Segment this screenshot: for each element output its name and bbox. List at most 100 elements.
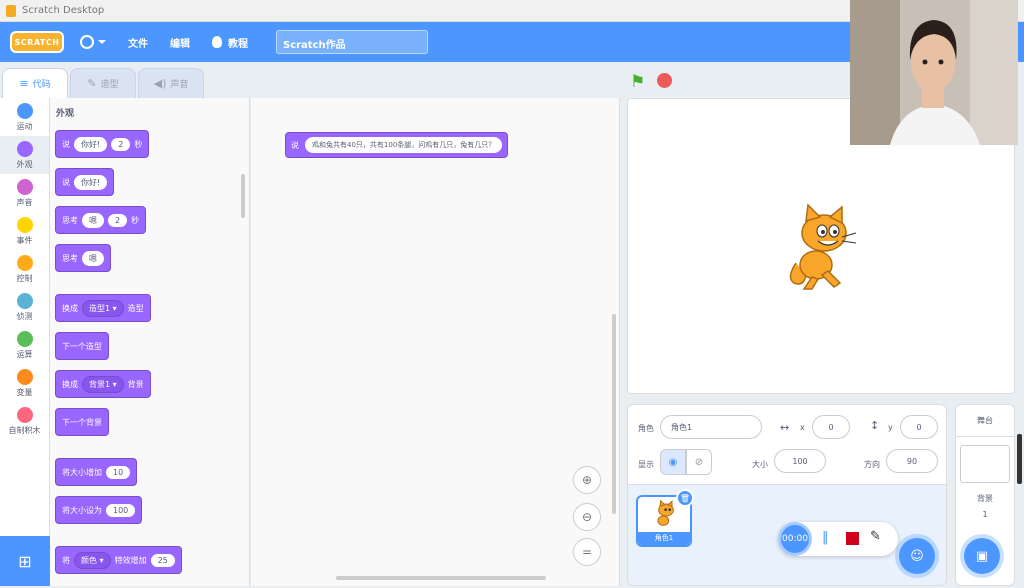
block-think-for-secs[interactable]: 思考 嗯 2 秒 — [55, 206, 147, 234]
show-label: 显示 — [638, 460, 654, 469]
category-operators[interactable]: 运算 — [0, 326, 49, 364]
webcam-overlay — [850, 0, 1018, 145]
pause-icon[interactable]: ‖ — [822, 530, 829, 545]
pencil-icon[interactable]: ✎ — [870, 529, 881, 544]
stop-icon[interactable] — [657, 73, 672, 88]
tutorials-menu[interactable]: 教程 — [212, 35, 248, 50]
add-extension-button[interactable]: ⊞ — [0, 536, 50, 586]
show-hidden-button[interactable]: ⊘ — [686, 449, 712, 475]
zoom-out-button[interactable]: ⊖ — [573, 503, 601, 531]
category-dot-icon — [16, 102, 33, 119]
category-dot-icon — [16, 140, 33, 157]
cat-face-icon: ☺ — [910, 548, 924, 564]
block-say[interactable]: 说 你好! — [55, 168, 115, 196]
block-input[interactable]: 100 — [106, 503, 136, 517]
dropdown-value: 背景1 — [89, 379, 111, 389]
category-my-blocks[interactable]: 自制积木 — [0, 402, 49, 440]
workspace-horizontal-scrollbar[interactable] — [336, 576, 546, 580]
dropdown-value: 颜色 — [81, 555, 97, 565]
speaker-icon: ◀) — [153, 77, 167, 90]
window-scrollbar[interactable] — [1017, 434, 1022, 484]
block-switch-backdrop[interactable]: 换成 背景1 ▾ 背景 — [55, 370, 151, 398]
tab-sounds[interactable]: ◀) 声音 — [138, 68, 204, 98]
category-dot-icon — [16, 254, 33, 271]
block-think[interactable]: 思考 嗯 — [55, 244, 111, 272]
project-title-input[interactable]: Scratch作品 — [276, 30, 428, 54]
block-palette: 外观 说 你好! 2 秒 说 你好! 思考 嗯 2 秒 思考 嗯 换成 造型1 … — [50, 98, 250, 586]
block-input[interactable]: 你好! — [74, 136, 108, 152]
file-menu[interactable]: 文件 — [128, 35, 148, 50]
delete-sprite-button[interactable]: 🗑 — [676, 489, 694, 507]
y-label: y — [888, 423, 893, 432]
block-text: 思考 — [62, 215, 78, 225]
category-dot-icon — [16, 216, 33, 233]
tab-code[interactable]: ≡ 代码 — [2, 68, 68, 98]
direction-input[interactable]: 90 — [886, 449, 938, 473]
image-icon: ▣ — [975, 548, 989, 564]
tab-costumes[interactable]: ✎ 造型 — [70, 68, 136, 98]
block-input[interactable]: 你好! — [74, 174, 108, 190]
block-input[interactable]: 鸡和兔共有40只，共有100条腿，问鸡有几只，兔有几只？ — [305, 137, 503, 153]
category-sound[interactable]: 声音 — [0, 174, 49, 212]
category-motion[interactable]: 运动 — [0, 98, 49, 136]
zoom-reset-button[interactable]: = — [573, 538, 601, 566]
workspace-vertical-scrollbar[interactable] — [612, 314, 616, 514]
choose-sprite-button[interactable]: ☺ — [899, 538, 935, 574]
category-control[interactable]: 控制 — [0, 250, 49, 288]
costume-dropdown[interactable]: 造型1 ▾ — [82, 299, 124, 317]
block-input[interactable]: 嗯 — [82, 212, 104, 228]
sprite-name-input[interactable]: 角色1 — [660, 415, 762, 439]
choose-backdrop-button[interactable]: ▣ — [964, 538, 1000, 574]
block-text: 造型 — [127, 303, 144, 313]
recorder-time[interactable]: 00:00 — [778, 522, 812, 556]
show-visible-button[interactable]: ◉ — [660, 449, 686, 475]
y-input[interactable]: 0 — [900, 415, 938, 439]
block-input[interactable]: 2 — [111, 137, 131, 151]
green-flag-icon[interactable]: ⚑ — [630, 72, 645, 92]
size-input[interactable]: 100 — [774, 449, 826, 473]
language-menu[interactable] — [80, 35, 106, 49]
category-label: 自制积木 — [8, 425, 41, 435]
block-change-effect[interactable]: 将 颜色 ▾ 特效增加 25 — [55, 546, 182, 574]
category-dot-icon — [16, 330, 33, 347]
tab-costumes-label: 造型 — [100, 80, 119, 90]
block-next-backdrop[interactable]: 下一个背景 — [55, 408, 109, 436]
block-input[interactable]: 10 — [106, 465, 131, 479]
block-change-size[interactable]: 将大小增加 10 — [55, 458, 138, 486]
x-input[interactable]: 0 — [812, 415, 850, 439]
block-input[interactable]: 2 — [108, 213, 128, 227]
backdrop-dropdown[interactable]: 背景1 ▾ — [82, 375, 124, 393]
code-icon: ≡ — [19, 77, 29, 90]
block-text: 下一个造型 — [62, 341, 102, 351]
palette-scrollbar[interactable] — [241, 174, 245, 218]
block-say-for-secs[interactable]: 说 你好! 2 秒 — [55, 130, 150, 158]
editor-tabs: ≡ 代码 ✎ 造型 ◀) 声音 — [0, 68, 204, 100]
backdrop-thumbnail[interactable] — [960, 445, 1010, 483]
workspace-say-block[interactable]: 说 鸡和兔共有40只，共有100条腿，问鸡有几只，兔有几只？ — [285, 132, 509, 158]
block-text: 思考 — [62, 253, 78, 263]
cat-sprite-icon[interactable] — [776, 203, 866, 293]
block-input[interactable]: 嗯 — [82, 250, 104, 266]
eye-slash-icon: ⊘ — [694, 456, 704, 468]
chevron-down-icon — [98, 40, 106, 44]
block-set-size[interactable]: 将大小设为 100 — [55, 496, 143, 524]
category-variables[interactable]: 变量 — [0, 364, 49, 402]
category-events[interactable]: 事件 — [0, 212, 49, 250]
category-sensing[interactable]: 侦测 — [0, 288, 49, 326]
edit-menu[interactable]: 编辑 — [170, 35, 190, 50]
code-workspace[interactable]: 说 鸡和兔共有40只，共有100条腿，问鸡有几只，兔有几只？ — [251, 98, 620, 586]
x-arrows-icon: ↔ — [780, 421, 790, 434]
trash-icon: 🗑 — [679, 493, 691, 503]
stop-record-icon[interactable] — [846, 532, 859, 545]
zoom-in-button[interactable]: ⊕ — [573, 466, 601, 494]
zoom-out-icon: ⊖ — [581, 510, 593, 524]
block-text: 说 — [62, 177, 70, 187]
category-looks[interactable]: 外观 — [0, 136, 49, 174]
globe-icon — [80, 35, 94, 49]
block-switch-costume[interactable]: 换成 造型1 ▾ 造型 — [55, 294, 151, 322]
block-input[interactable]: 25 — [150, 553, 175, 567]
block-next-costume[interactable]: 下一个造型 — [55, 332, 109, 360]
backdrop-label: 背景 — [977, 494, 993, 503]
effect-dropdown[interactable]: 颜色 ▾ — [74, 551, 111, 569]
scratch-logo[interactable]: SCRATCH — [10, 31, 64, 53]
